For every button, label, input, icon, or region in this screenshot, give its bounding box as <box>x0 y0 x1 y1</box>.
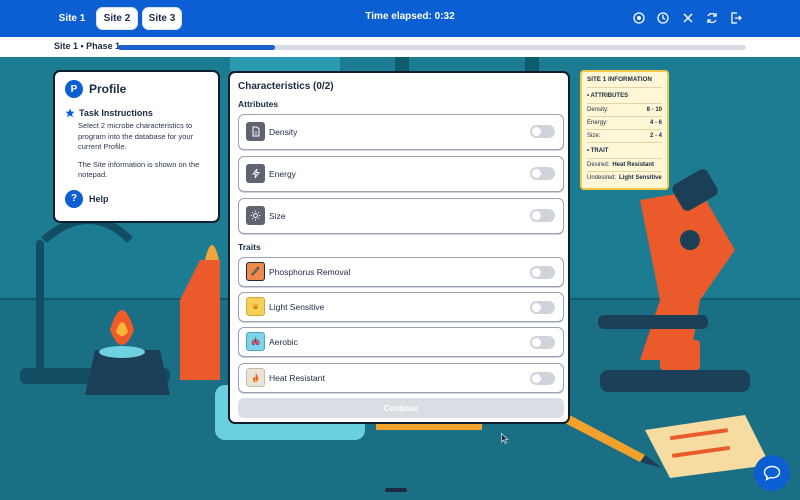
profile-header: P Profile <box>65 80 208 98</box>
attribute-label: Energy <box>269 169 296 179</box>
sun-icon <box>246 206 265 225</box>
attribute-option-energy[interactable]: Energy <box>238 156 564 192</box>
task-instructions-header: Task Instructions <box>65 108 208 118</box>
trait-label: Aerobic <box>269 337 298 347</box>
toggle-switch[interactable] <box>530 209 555 222</box>
attribute-option-size[interactable]: Size <box>238 198 564 234</box>
trait-label: Light Sensitive <box>269 302 325 312</box>
help-icon[interactable]: ? <box>65 189 83 208</box>
site-info-trait-header: • TRAIT <box>587 148 662 159</box>
traits-header: Traits <box>238 242 261 252</box>
site-info-row: Density: 8 - 10 <box>587 104 662 117</box>
site-info-value: 8 - 10 <box>646 107 662 113</box>
sun-face-icon <box>246 297 265 316</box>
task-instructions-title: Task Instructions <box>79 108 153 118</box>
site-info-label: Size: <box>587 133 601 139</box>
profile-card: P Profile Task Instructions Select 2 mic… <box>53 70 220 223</box>
mouse-cursor-icon <box>501 433 509 444</box>
characteristics-panel: Characteristics (0/2) Attributes Density… <box>228 71 570 424</box>
toggle-switch[interactable] <box>530 372 555 385</box>
site-info-notepad: SITE 1 INFORMATION • ATTRIBUTES Density:… <box>580 70 669 190</box>
trait-option-light-sensitive[interactable]: Light Sensitive <box>238 292 564 322</box>
site-info-label: Density: <box>587 107 609 113</box>
site-info-desired-row: Desired: Heat Resistant <box>587 159 662 172</box>
lungs-icon <box>246 332 265 351</box>
trait-option-heat-resistant[interactable]: Heat Resistant <box>238 363 564 393</box>
toggle-switch[interactable] <box>530 301 555 314</box>
attribute-option-density[interactable]: Density <box>238 114 564 150</box>
task-instructions-note: The Site information is shown on the not… <box>78 159 200 180</box>
progress-fill <box>118 45 275 50</box>
site-info-row: Size: 2 - 4 <box>587 130 662 143</box>
top-bar: Site 1 Site 2 Site 3 Time elapsed: 0:32 <box>0 0 800 37</box>
site-info-title: SITE 1 INFORMATION <box>587 76 662 88</box>
chat-bubble-icon <box>763 465 781 481</box>
site-info-row: Energy: 4 - 6 <box>587 117 662 130</box>
toggle-switch[interactable] <box>530 125 555 138</box>
exit-icon[interactable] <box>728 10 744 26</box>
close-icon[interactable] <box>680 10 696 26</box>
clock-icon[interactable] <box>655 10 671 26</box>
attributes-header: Attributes <box>238 99 279 109</box>
task-instructions-text: Select 2 microbe characteristics to prog… <box>78 121 194 151</box>
trait-label: Phosphorus Removal <box>269 267 351 277</box>
site-info-value: 2 - 4 <box>649 133 662 139</box>
trait-label: Heat Resistant <box>269 373 325 383</box>
chat-button[interactable] <box>754 455 790 491</box>
site-info-undesired-row: Undesired: Light Sensitive <box>587 172 662 184</box>
drag-handle[interactable] <box>385 488 407 492</box>
flame-icon <box>246 368 265 387</box>
site-info-value: Light Sensitive <box>619 175 662 181</box>
site-info-label: Desired: <box>587 162 610 168</box>
site-info-value: Heat Resistant <box>612 162 655 168</box>
trait-option-phosphorus-removal[interactable]: Phosphorus Removal <box>238 257 564 287</box>
test-tube-icon <box>246 262 265 281</box>
site-info-label: Energy: <box>587 120 608 126</box>
tab-site-1[interactable]: Site 1 <box>54 7 90 30</box>
continue-button[interactable]: Continue <box>238 398 564 418</box>
trait-option-aerobic[interactable]: Aerobic <box>238 327 564 357</box>
toggle-switch[interactable] <box>530 167 555 180</box>
refresh-icon[interactable] <box>704 10 720 26</box>
progress-track <box>118 45 746 50</box>
help-button[interactable]: ? Help <box>65 189 208 208</box>
tab-site-2[interactable]: Site 2 <box>96 7 138 30</box>
star-icon <box>65 108 75 118</box>
site-info-attributes-header: • ATTRIBUTES <box>587 93 662 104</box>
tab-site-3[interactable]: Site 3 <box>142 7 182 30</box>
characteristics-title: Characteristics (0/2) <box>238 81 334 92</box>
lightning-icon <box>246 164 265 183</box>
attribute-label: Size <box>269 211 286 221</box>
progress-bar-container: Site 1 • Phase 1 <box>0 37 800 57</box>
site-info-label: Undesired: <box>587 175 617 181</box>
toggle-switch[interactable] <box>530 266 555 279</box>
attribute-label: Density <box>269 127 298 137</box>
help-label[interactable]: Help <box>89 194 109 204</box>
profile-title: Profile <box>89 82 127 96</box>
profile-badge: P <box>65 80 83 98</box>
target-icon[interactable] <box>631 10 647 26</box>
document-icon <box>246 122 265 141</box>
time-elapsed: Time elapsed: 0:32 <box>365 11 455 22</box>
toggle-switch[interactable] <box>530 336 555 349</box>
progress-label: Site 1 • Phase 1 <box>54 41 121 51</box>
site-info-value: 4 - 6 <box>649 120 662 126</box>
